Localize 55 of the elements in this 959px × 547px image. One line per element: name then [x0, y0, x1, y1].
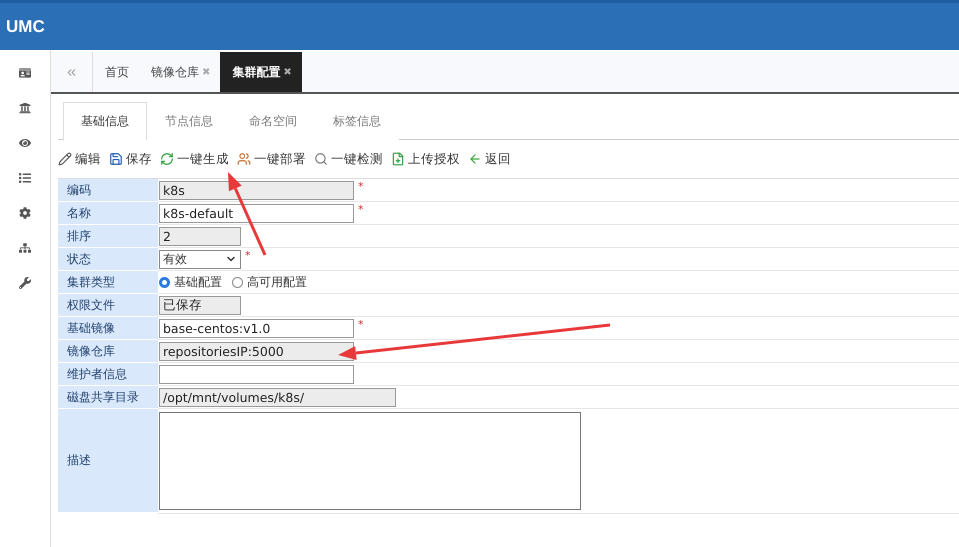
toolbar-button[interactable]: 编辑: [58, 150, 101, 168]
field-label: 磁盘共享目录: [58, 386, 158, 409]
radio-label: 高可用配置: [247, 274, 307, 290]
page-tab[interactable]: 镜像仓库 ✖: [139, 52, 220, 92]
close-icon[interactable]: ✖: [283, 66, 292, 78]
toolbar-button[interactable]: 一键部署: [237, 150, 306, 168]
page-tab[interactable]: 首页: [93, 52, 139, 92]
list-icon[interactable]: [19, 172, 31, 184]
toolbar-button[interactable]: 返回: [468, 150, 511, 168]
text-field[interactable]: /opt/mnt/volumes/k8s/: [159, 388, 396, 406]
search-icon: [314, 152, 328, 166]
id-card-icon[interactable]: [19, 67, 31, 79]
field-label: 维护者信息: [58, 363, 158, 386]
toolbar-button[interactable]: 上传授权: [391, 150, 460, 168]
radio-button[interactable]: [159, 276, 170, 288]
section-tab[interactable]: 基础信息: [63, 102, 147, 140]
people-icon: [237, 152, 251, 166]
save-icon: [109, 152, 123, 166]
toolbar-button[interactable]: 一键生成: [160, 150, 229, 168]
gear-icon[interactable]: [19, 207, 31, 219]
wrench-icon[interactable]: [19, 277, 31, 289]
required-mark: *: [245, 249, 250, 262]
bank-icon[interactable]: [19, 102, 31, 114]
field-label: 名称: [58, 202, 158, 225]
field-label: 描述: [58, 409, 158, 513]
text-field[interactable]: k8s-default: [159, 204, 354, 222]
pencil-icon: [58, 152, 72, 166]
sitemap-icon[interactable]: [19, 242, 31, 254]
text-field[interactable]: 2: [159, 226, 241, 246]
field-label: 编码: [58, 179, 158, 202]
app-logo: UMC: [6, 16, 45, 36]
field-label: 权限文件: [58, 294, 158, 317]
toolbar-button[interactable]: 一键检测: [314, 150, 383, 168]
text-field[interactable]: [159, 364, 354, 384]
status-select[interactable]: 有效: [159, 250, 241, 268]
file-plus-icon: [391, 152, 405, 166]
field-label: 集群类型: [58, 271, 158, 294]
text-field[interactable]: repositoriesIP:5000: [159, 342, 354, 360]
toolbar-button[interactable]: 保存: [109, 150, 152, 168]
description-field[interactable]: [159, 412, 581, 510]
field-label: 状态: [58, 248, 158, 271]
radio-button[interactable]: [232, 276, 243, 288]
radio-label: 基础配置: [174, 274, 222, 290]
required-mark: *: [358, 180, 364, 193]
field-label: 基础镜像: [58, 317, 158, 340]
refresh-icon: [160, 152, 174, 166]
field-label: 镜像仓库: [58, 340, 158, 363]
page-tab[interactable]: 集群配置 ✖: [220, 52, 302, 92]
text-field[interactable]: base-centos:v1.0: [159, 318, 354, 338]
text-field[interactable]: k8s: [159, 180, 354, 200]
required-mark: *: [358, 203, 364, 216]
field-label: 排序: [58, 225, 158, 248]
text-field[interactable]: 已保存: [159, 296, 241, 314]
required-mark: *: [358, 318, 364, 331]
eye-icon[interactable]: [19, 137, 31, 149]
